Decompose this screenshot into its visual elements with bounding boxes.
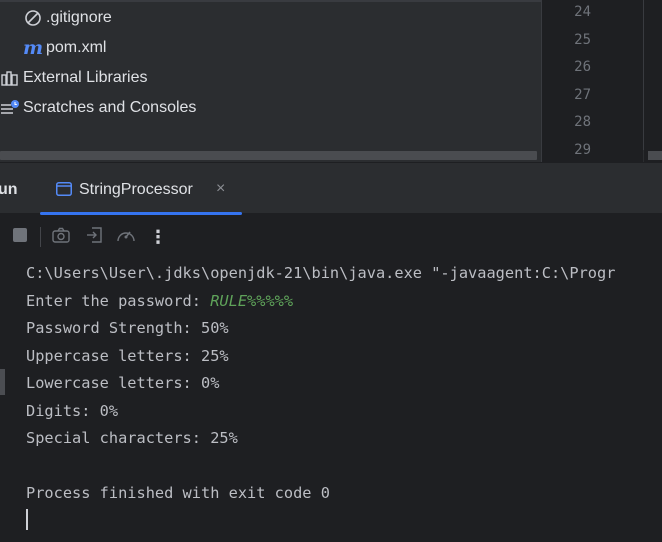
tab-close-icon[interactable]: × bbox=[216, 180, 225, 198]
more-button[interactable]: ⋮ bbox=[147, 226, 169, 248]
screenshot-button[interactable] bbox=[50, 226, 72, 248]
tree-item-pom-xml[interactable]: m pom.xml bbox=[22, 33, 107, 63]
line-number: 26 bbox=[574, 59, 591, 75]
console-user-input: RULE%%%%% bbox=[210, 292, 294, 310]
library-icon bbox=[0, 68, 20, 88]
tree-item-label: .gitignore bbox=[46, 9, 112, 26]
console-exit-message: Process finished with exit code 0 bbox=[26, 484, 330, 502]
console-prompt-line: Enter the password: RULE%%%%% bbox=[26, 292, 293, 312]
tree-item-scratches-and-consoles[interactable]: Scratches and Consoles bbox=[0, 93, 196, 123]
line-number: 29 bbox=[574, 142, 591, 158]
line-number: 28 bbox=[574, 114, 591, 130]
tree-item-label: External Libraries bbox=[23, 69, 148, 86]
exit-icon bbox=[85, 226, 103, 249]
tool-window-title: un bbox=[0, 181, 18, 198]
text-caret bbox=[26, 509, 28, 530]
ignore-file-icon bbox=[23, 8, 43, 28]
line-number: 24 bbox=[574, 4, 591, 20]
gauge-icon bbox=[116, 226, 136, 249]
toolbar-separator bbox=[40, 227, 41, 247]
console-command-line: C:\Users\User\.jdks\openjdk-21\bin\java.… bbox=[26, 264, 616, 282]
tree-item-gitignore[interactable]: .gitignore bbox=[23, 3, 112, 33]
console-line: Digits: 0% bbox=[26, 402, 119, 420]
stop-button[interactable] bbox=[9, 226, 31, 248]
editor-gutter: 24 25 26 27 28 29 bbox=[541, 0, 643, 162]
console-line: Special characters: 25% bbox=[26, 429, 238, 447]
tree-item-label: pom.xml bbox=[46, 39, 107, 56]
stop-icon bbox=[12, 227, 28, 248]
console-line: Password Strength: 50% bbox=[26, 319, 229, 337]
console-line: Lowercase letters: 0% bbox=[26, 374, 220, 392]
console-output[interactable]: C:\Users\User\.jdks\openjdk-21\bin\java.… bbox=[0, 259, 662, 542]
console-prompt: Enter the password: bbox=[26, 292, 211, 310]
profiler-button[interactable] bbox=[115, 226, 137, 248]
tab-label: StringProcessor bbox=[79, 181, 193, 198]
maven-icon: m bbox=[22, 37, 44, 59]
console-line: Uppercase letters: 25% bbox=[26, 347, 229, 365]
line-number: 25 bbox=[574, 32, 591, 48]
console-gutter-marker bbox=[0, 369, 5, 395]
console-tab-icon bbox=[56, 182, 72, 196]
line-number: 27 bbox=[574, 87, 591, 103]
exit-button[interactable] bbox=[83, 226, 105, 248]
tree-item-external-libraries[interactable]: External Libraries bbox=[0, 63, 148, 93]
editor-content[interactable] bbox=[644, 0, 662, 162]
tree-item-label: Scratches and Consoles bbox=[23, 99, 197, 116]
editor-horizontal-scrollbar[interactable] bbox=[648, 151, 662, 160]
run-tool-window-header: un StringProcessor × bbox=[0, 162, 662, 215]
scratches-icon bbox=[0, 98, 20, 118]
more-vertical-icon: ⋮ bbox=[149, 226, 167, 247]
camera-icon bbox=[52, 227, 70, 248]
tab-string-processor[interactable]: StringProcessor × bbox=[40, 163, 242, 215]
tree-horizontal-scrollbar[interactable] bbox=[0, 151, 537, 160]
console-toolbar: ⋮ bbox=[0, 215, 662, 259]
